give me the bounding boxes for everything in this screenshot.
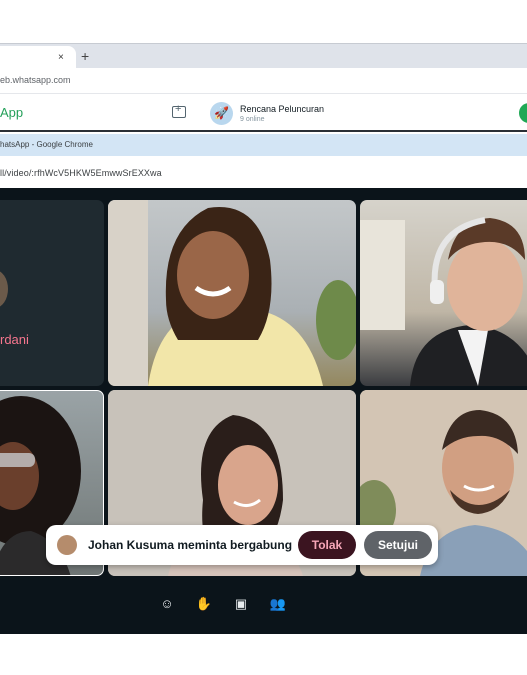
popup-address-bar: ll/video/:rfhWcV5HKW5EmwwSrEXXwa [0,156,527,188]
chat-status: 9 online [240,116,265,123]
tab-close-icon[interactable]: × [58,52,64,63]
new-tab-icon[interactable]: + [81,48,89,64]
participant-video [360,217,527,386]
emoji-icon[interactable]: ☺ [158,595,176,613]
accept-button[interactable]: Setujui [364,531,432,559]
participants-icon[interactable]: 👥 [269,595,287,613]
tab-whatsapp[interactable]: × [0,46,76,69]
popup-title-bar[interactable]: hatsApp - Google Chrome [0,134,527,156]
popup-url: ll/video/:rfhWcV5HKW5EmwwSrEXXwa [0,168,162,178]
decline-button[interactable]: Tolak [298,531,356,559]
chat-name[interactable]: Rencana Peluncuran [240,104,324,114]
participant-tile-camera-off[interactable]: rdani [0,200,104,386]
requester-avatar [57,535,77,555]
call-controls-bar: ☺ ✋ ▣ 👥 [0,581,527,633]
participant-name: rdani [0,332,29,347]
tab-strip: × + [0,43,527,69]
address-bar[interactable]: eb.whatsapp.com [0,68,527,94]
participant-video [108,200,356,386]
address-bar-url: eb.whatsapp.com [0,75,71,85]
join-request-text: Johan Kusuma meminta bergabung [88,538,293,552]
video-call-area: rdani [0,188,527,634]
participant-video-tile[interactable] [360,200,527,386]
screen-share-icon[interactable]: ▣ [232,595,250,613]
chat-avatar[interactable]: 🚀 [210,102,233,125]
whatsapp-browser-window: × + eb.whatsapp.com App 🚀 Rencana Pelunc… [0,43,527,133]
join-request-banner: Johan Kusuma meminta bergabung Tolak Set… [46,525,438,565]
screen: × + eb.whatsapp.com App 🚀 Rencana Pelunc… [0,0,527,675]
whatsapp-header: App 🚀 Rencana Peluncuran 9 online [0,94,527,132]
popup-title: hatsApp - Google Chrome [0,140,93,149]
new-chat-icon[interactable] [172,103,186,118]
participant-video-tile[interactable] [108,200,356,386]
participant-avatar [0,270,8,308]
whatsapp-brand: App [0,105,24,120]
raise-hand-icon[interactable]: ✋ [195,595,213,613]
call-button[interactable] [519,103,527,123]
